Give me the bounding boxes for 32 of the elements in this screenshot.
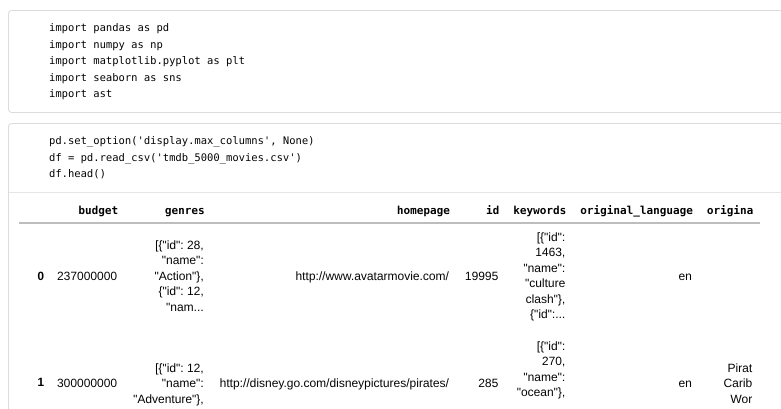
table-cell: [{"id": 1463, "name": "culture clash"}, {"id":...	[506, 222, 574, 329]
table-cell: en	[573, 222, 700, 329]
table-cell: [{"id": 28, "name": "Action"}, {"id": 12, "nam...	[125, 222, 212, 329]
column-header: homepage	[212, 200, 457, 223]
column-header: budget	[49, 200, 126, 223]
table-cell: 19995	[456, 222, 506, 329]
code-cell[interactable]	[8, 122, 781, 409]
column-header: original_language	[573, 200, 700, 223]
table-cell-text: [{"id": 12, "name": "Adventure"},	[132, 360, 205, 408]
code-line: pd.set_option('display.max_columns', None)	[49, 134, 316, 149]
row-index: 0	[19, 222, 49, 329]
table-cell-text: Pirat Carib Wor	[722, 360, 754, 408]
code-line: df = pd.read_csv('tmdb_5000_movies.csv')	[49, 150, 303, 166]
code-cell[interactable]: import pandas as pd import numpy as np import matplotlib.pyplot as plt import seaborn as sns import ast	[8, 10, 781, 113]
table-cell-text: [{"id": 270, "name": "ocean"},	[516, 338, 566, 402]
column-header: id	[456, 200, 506, 223]
column-header: genres	[125, 200, 212, 223]
code-line: import seaborn as sns	[49, 70, 183, 86]
code-line: import numpy as np	[49, 38, 164, 53]
column-header: origina	[700, 200, 760, 223]
table-cell: 237000000	[49, 222, 126, 329]
table-cell-text: 285	[477, 375, 500, 392]
row-index: 1	[36, 374, 45, 391]
table-cell-text: 300000000	[56, 375, 118, 392]
table-cell: http://www.avatarmovie.com/	[212, 222, 457, 329]
code-line: df.head()	[49, 167, 107, 182]
column-header: keywords	[506, 200, 574, 223]
table-cell-text: en	[677, 375, 693, 392]
code-line: import matplotlib.pyplot as plt	[49, 54, 246, 70]
table-cell-text: http://disney.go.com/disneypictures/pirates/	[218, 375, 450, 392]
code-line: import pandas as pd	[49, 21, 170, 36]
code-line: import ast	[49, 87, 114, 102]
